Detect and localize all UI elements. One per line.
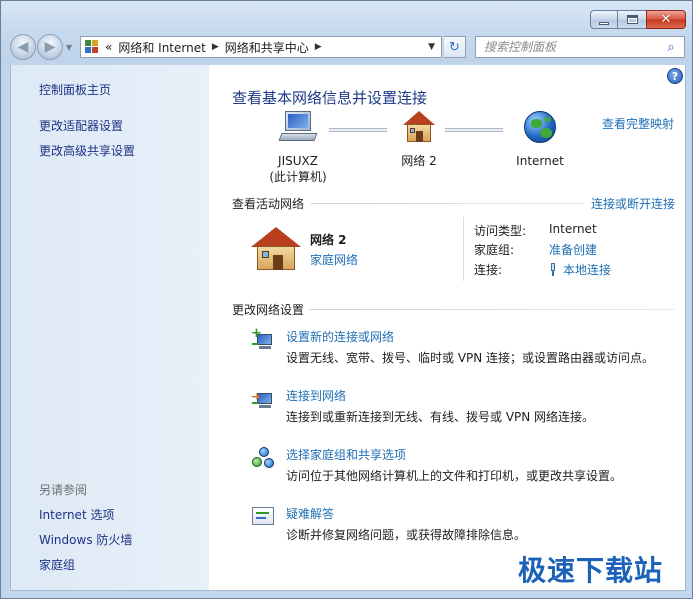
navigation-buttons: ◀ ▶ ▼	[10, 34, 72, 60]
maximize-button[interactable]	[618, 10, 646, 29]
minimize-button[interactable]	[590, 10, 618, 29]
window-frame: ✕ ◀ ▶ ▼ « 网络和 Internet ▶ 网络和共享中心 ▶ ▼ ↻ ⌕…	[0, 0, 693, 599]
sidebar-link-internet-options[interactable]: Internet 选项	[39, 506, 114, 523]
map-connector	[445, 128, 503, 132]
refresh-button[interactable]: ↻	[444, 36, 466, 58]
breadcrumb-network-sharing-center[interactable]: 网络和共享中心	[225, 39, 309, 56]
troubleshoot-icon	[251, 505, 275, 529]
help-icon[interactable]: ?	[667, 68, 683, 84]
breadcrumb-arrow-icon[interactable]: ▶	[212, 42, 219, 52]
search-box[interactable]: ⌕	[475, 36, 685, 58]
task-description: 连接到或重新连接到无线、有线、拨号或 VPN 网络连接。	[286, 410, 595, 424]
refresh-icon: ↻	[449, 39, 460, 55]
globe-icon	[522, 109, 558, 145]
task-description: 设置无线、宽带、拨号、临时或 VPN 连接；或设置路由器或访问点。	[286, 351, 655, 365]
internet-label: Internet	[516, 154, 564, 168]
magnifier-icon[interactable]: ⌕	[662, 40, 680, 55]
back-arrow-icon: ◀	[17, 39, 29, 55]
main-content: ? 查看基本网络信息并设置连接 查看完整映射 JISUXZ (此计算机) 网络 …	[209, 65, 686, 591]
house-icon	[401, 109, 437, 145]
vertical-divider	[463, 217, 464, 281]
sidebar-link-advanced-sharing[interactable]: 更改高级共享设置	[39, 142, 135, 159]
active-network: 网络 2 家庭网络	[251, 225, 451, 275]
computer-name: JISUXZ	[278, 154, 318, 168]
homegroup-sharing-link[interactable]: 选择家庭组和共享选项	[286, 446, 406, 463]
access-type-label: 访问类型:	[474, 224, 527, 238]
section-divider	[309, 309, 675, 310]
sidebar-link-homegroup[interactable]: 家庭组	[39, 556, 75, 573]
back-button[interactable]: ◀	[10, 34, 36, 60]
map-node-internet[interactable]: Internet	[505, 109, 575, 169]
minimize-icon	[599, 22, 609, 25]
search-input[interactable]	[484, 38, 662, 56]
active-networks-heading: 查看活动网络	[232, 197, 305, 211]
forward-button[interactable]: ▶	[37, 34, 63, 60]
troubleshoot-link[interactable]: 疑难解答	[286, 505, 334, 522]
homegroup-label: 家庭组:	[474, 243, 515, 257]
connections-label: 连接:	[474, 263, 503, 277]
map-node-computer[interactable]: JISUXZ (此计算机)	[263, 109, 333, 185]
homegroup-ready-link[interactable]: 准备创建	[549, 241, 597, 258]
local-connection-link[interactable]: 本地连接	[549, 261, 611, 278]
close-icon: ✕	[660, 12, 672, 27]
network-type-link[interactable]: 家庭网络	[310, 251, 358, 268]
new-connection-icon: +	[251, 327, 275, 352]
task-description: 访问位于其他网络计算机上的文件和打印机，或更改共享设置。	[286, 469, 623, 483]
page-title: 查看基本网络信息并设置连接	[232, 89, 428, 107]
home-network-icon	[251, 225, 301, 271]
homegroup-icon	[251, 446, 275, 470]
caption-buttons: ✕	[590, 10, 686, 29]
task-description: 诊断并修复网络问题，或获得故障排除信息。	[286, 528, 527, 542]
map-node-network[interactable]: 网络 2	[389, 109, 449, 169]
watermark-logo: 极速下载站	[518, 554, 664, 587]
breadcrumb-overflow[interactable]: «	[105, 40, 112, 54]
sidebar-link-control-panel-home[interactable]: 控制面板主页	[39, 81, 111, 98]
computer-subtitle: (此计算机)	[269, 170, 327, 184]
control-panel-icon	[85, 40, 99, 54]
connect-disconnect-link[interactable]: 连接或断开连接	[591, 195, 675, 212]
maximize-icon	[626, 15, 638, 24]
forward-arrow-icon: ▶	[44, 39, 56, 55]
local-connection-label: 本地连接	[563, 263, 612, 277]
see-full-map-link[interactable]: 查看完整映射	[602, 115, 674, 132]
connect-network-icon: ➜	[251, 387, 275, 411]
network-name: 网络 2	[310, 233, 347, 247]
breadcrumb-arrow-icon[interactable]: ▶	[315, 42, 322, 52]
see-also-heading: 另请参阅	[39, 483, 88, 497]
sidebar-link-adapter-settings[interactable]: 更改适配器设置	[39, 117, 123, 134]
connect-to-network-link[interactable]: 连接到网络	[286, 387, 346, 404]
access-type-value: Internet	[549, 222, 597, 236]
sidebar: 控制面板主页 更改适配器设置 更改高级共享设置 另请参阅 Internet 选项…	[10, 65, 209, 591]
address-dropdown-icon[interactable]: ▼	[428, 42, 435, 52]
section-divider	[311, 203, 585, 204]
sidebar-link-windows-firewall[interactable]: Windows 防火墙	[39, 531, 132, 548]
map-connector	[329, 128, 387, 132]
network-label: 网络 2	[401, 154, 437, 168]
breadcrumb-network-internet[interactable]: 网络和 Internet	[118, 39, 205, 56]
close-button[interactable]: ✕	[646, 10, 686, 29]
ethernet-plug-icon	[549, 263, 557, 276]
change-settings-heading: 更改网络设置	[232, 303, 305, 317]
computer-icon	[278, 109, 318, 145]
address-bar[interactable]: « 网络和 Internet ▶ 网络和共享中心 ▶ ▼	[80, 36, 442, 58]
setup-connection-link[interactable]: 设置新的连接或网络	[286, 328, 394, 345]
recent-pages-dropdown[interactable]: ▼	[66, 43, 72, 52]
